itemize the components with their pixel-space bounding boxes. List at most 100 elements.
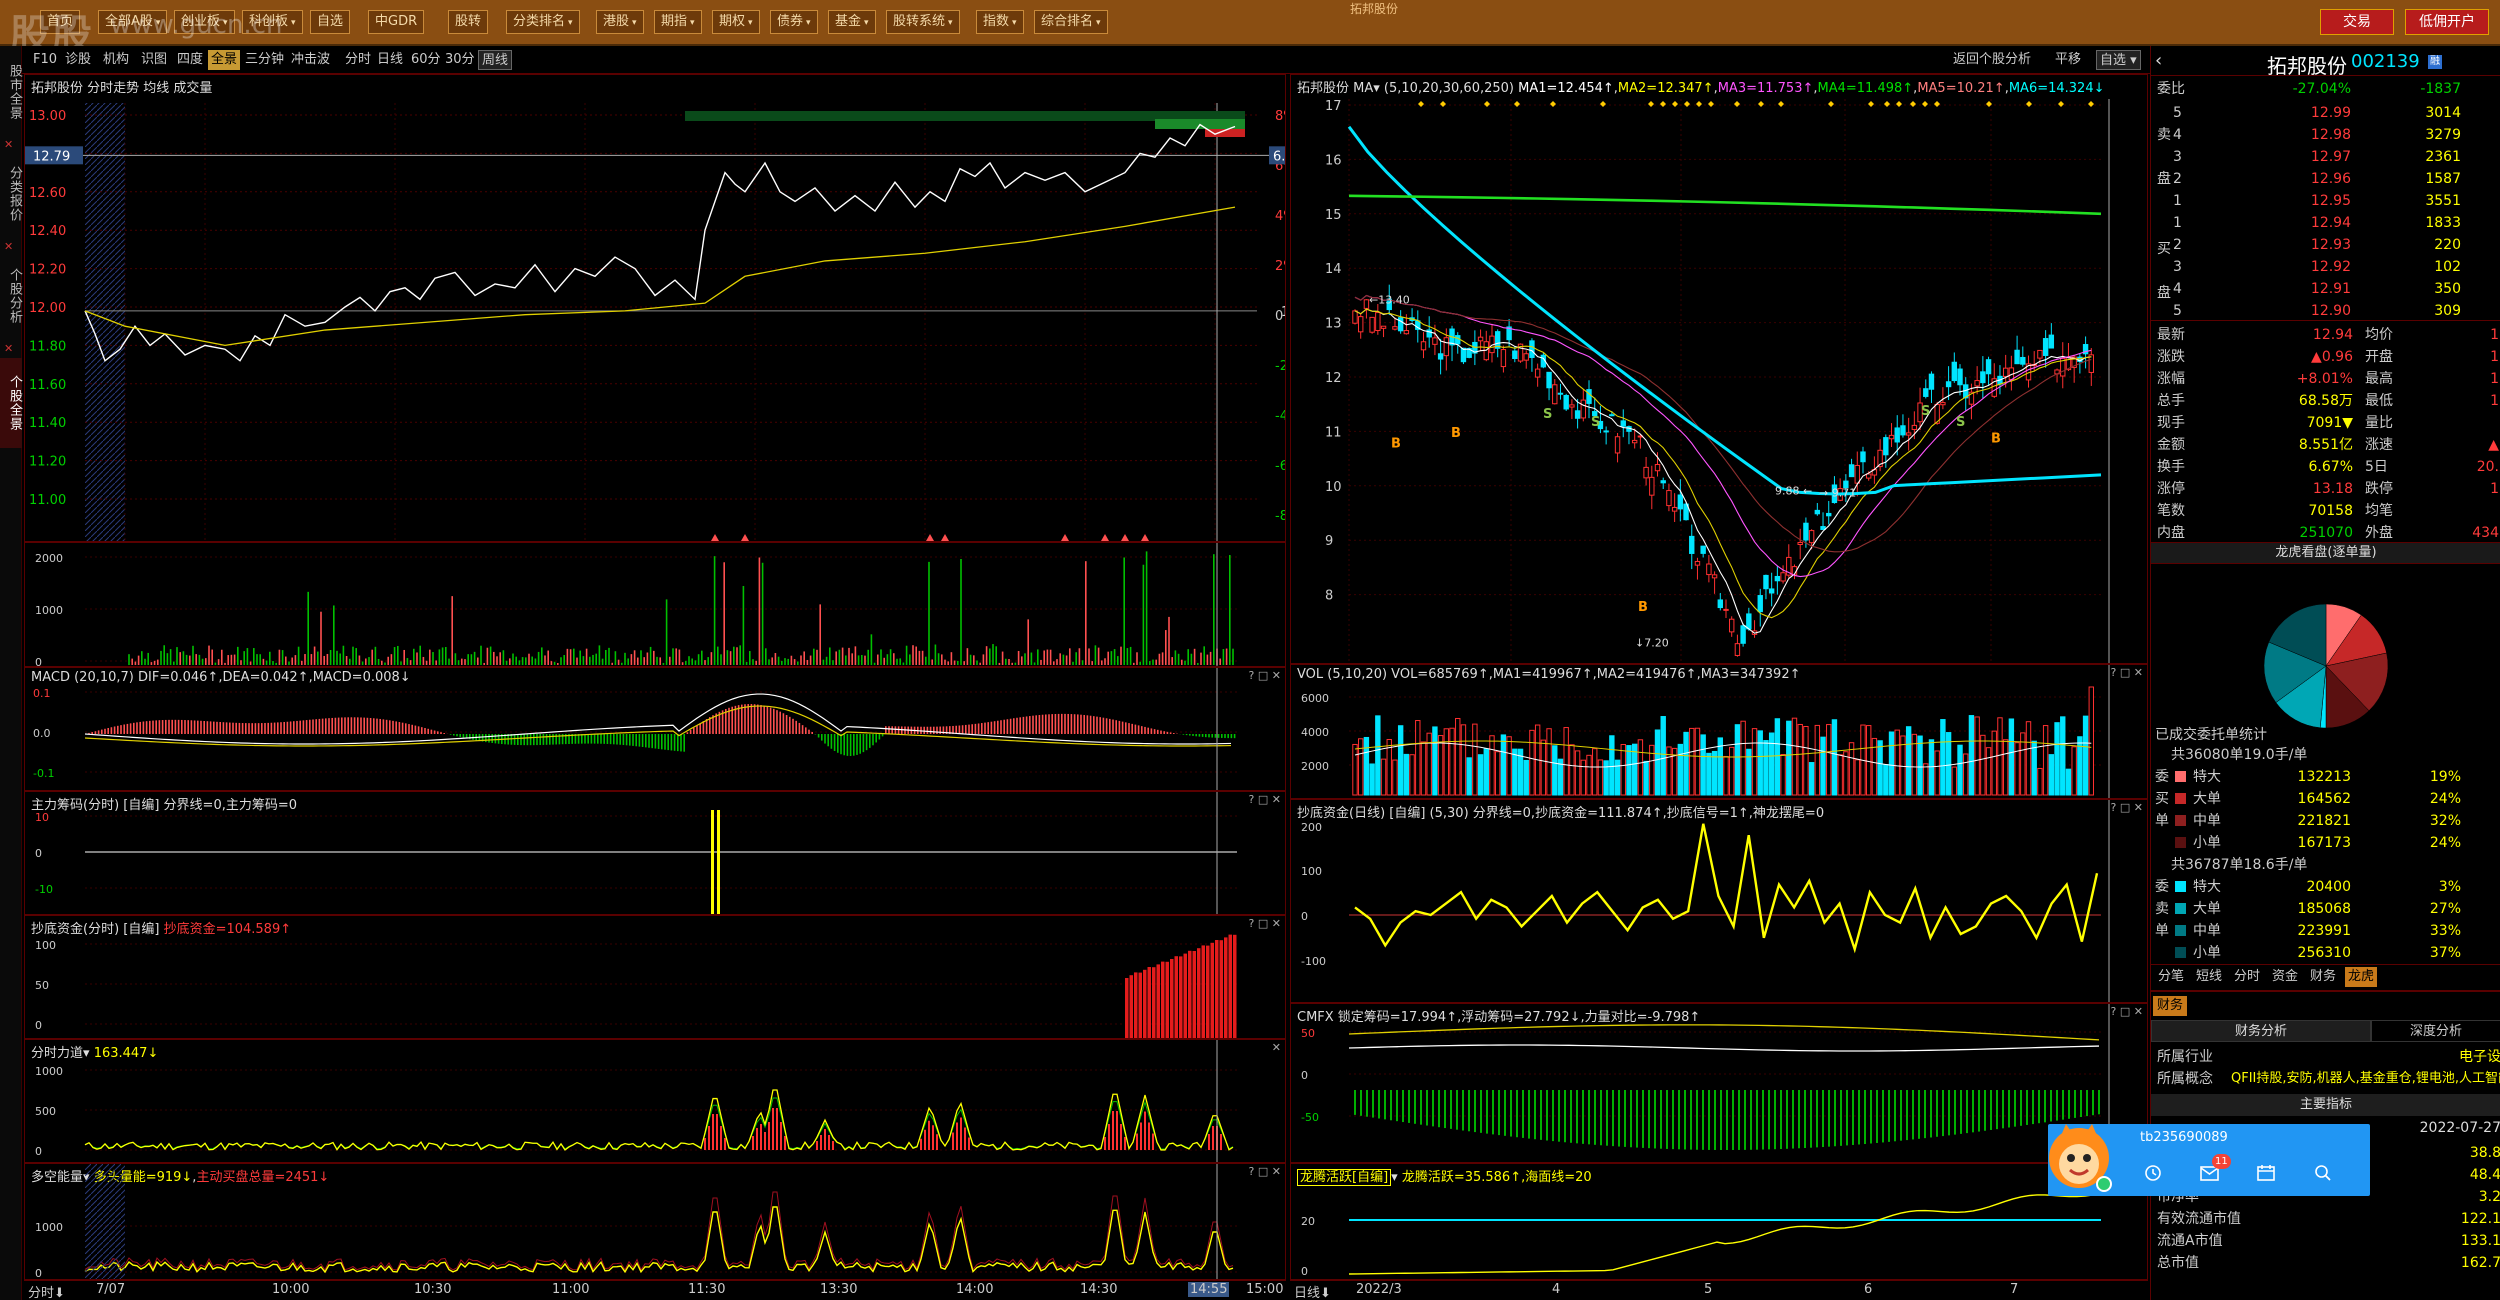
ask-row[interactable]: 2 12.96 1587 xyxy=(2151,168,2500,190)
return-stock-analysis-link[interactable]: 返回个股分析 xyxy=(1950,50,2034,70)
intraday-period-selector[interactable]: 分时⬇ xyxy=(28,1282,65,1300)
long-short-energy-panel[interactable]: 多空能量▾ 多头量能=919↓,主动买盘总量=2451↓ ? □ ✕ 10000 xyxy=(24,1163,1286,1280)
finance-analysis-tab[interactable]: 财务分析 xyxy=(2151,1020,2371,1042)
toolbar-item-9[interactable]: 期指 ▾ xyxy=(654,10,702,34)
quote-tab-1[interactable]: 短线 xyxy=(2193,967,2225,987)
bid-price: 12.90 xyxy=(2310,303,2351,319)
function-tab-9[interactable]: 日线 xyxy=(374,50,406,70)
toolbar-item-14[interactable]: 指数 ▾ xyxy=(976,10,1024,34)
toolbar-item-8[interactable]: 港股 ▾ xyxy=(596,10,644,34)
function-tab-11[interactable]: 30分 xyxy=(442,50,478,70)
candle-body xyxy=(1403,330,1410,335)
function-tab-5[interactable]: 全景 xyxy=(208,50,241,70)
bid-row[interactable]: 3 12.92 102 xyxy=(2151,256,2500,278)
toolbar-item-15[interactable]: 综合排名 ▾ xyxy=(1034,10,1108,34)
order-side: 买 xyxy=(2155,791,2169,807)
daily-volume-panel[interactable]: VOL (5,10,20) VOL=685769↑,MA1=419967↑,MA… xyxy=(1290,664,2148,799)
close-icon[interactable]: ✕ xyxy=(4,342,13,355)
intraday-force-chart: 1000 500 0 xyxy=(35,1040,1237,1162)
vtab-stock-panorama[interactable]: 个股全景 xyxy=(0,358,22,448)
deep-analysis-tab[interactable]: 深度分析 xyxy=(2371,1020,2500,1042)
dragon-activity-panel[interactable]: 龙腾活跃[自编] ▾ 龙腾活跃=35.586↑,海面线=20 20 0 xyxy=(1290,1163,2148,1280)
webi-row: 委比 -27.04% -1837 xyxy=(2157,81,2461,97)
function-tab-1[interactable]: 诊股 xyxy=(62,50,94,70)
order-type: 中单 xyxy=(2193,923,2221,939)
close-icon[interactable]: ✕ xyxy=(4,138,13,151)
volume-bar xyxy=(1494,751,1501,796)
back-chevron-icon[interactable]: ‹ xyxy=(2155,50,2162,71)
intraday-force-panel[interactable]: 分时力道▾ 163.447↓ ✕ 1000 500 0 xyxy=(24,1039,1286,1163)
signal-diamond xyxy=(1684,101,1690,107)
calendar-icon[interactable] xyxy=(2256,1164,2276,1182)
ask-row[interactable]: 1 12.95 3551 xyxy=(2151,190,2500,212)
vtab-category-quote[interactable]: 分类报价 xyxy=(0,154,22,234)
toolbar-item-10[interactable]: 期权 ▾ xyxy=(712,10,760,34)
intraday-price-panel[interactable]: 拓邦股份 分时走势 均线 成交量 13.0012.8012.6012.4012.… xyxy=(24,74,1286,542)
function-tab-3[interactable]: 识图 xyxy=(138,50,170,70)
volume-bar xyxy=(1729,746,1735,796)
candle-body xyxy=(1860,451,1866,463)
intraday-volume-panel[interactable]: 2000 1000 0 xyxy=(24,542,1286,667)
signal-marker xyxy=(1101,534,1109,541)
daily-kline-chart: 17 16 15 14 13 12 11 10 9 8 ←13.40 9.88 ← → 9.71 ↓7.2… xyxy=(1325,99,2110,663)
function-tab-6[interactable]: 三分钟 xyxy=(242,50,287,70)
bid-row[interactable]: 2 12.93 220 xyxy=(2151,234,2500,256)
daily-bottom-fishing-panel[interactable]: 抄底资金(日线) [自编] (5,30) 分界线=0,抄底资金=111.874↑… xyxy=(1290,799,2148,1003)
main-chips-panel[interactable]: 主力筹码(分时) [自编] 分界线=0,主力筹码=0 ? □ ✕ 10 0 -10 xyxy=(24,791,1286,915)
function-tab-0[interactable]: F10 xyxy=(30,50,60,70)
stock-name: 拓邦股份 xyxy=(2267,54,2347,78)
open-account-button[interactable]: 低佣开户 xyxy=(2405,9,2489,35)
quote-tab-3[interactable]: 资金 xyxy=(2269,967,2301,987)
pan-button[interactable]: 平移 xyxy=(2052,50,2084,70)
function-tab-4[interactable]: 四度 xyxy=(174,50,206,70)
bid-volume: 309 xyxy=(2434,303,2461,319)
toolbar-item-11[interactable]: 债券 ▾ xyxy=(770,10,818,34)
vtab-stock-analysis[interactable]: 个股分析 xyxy=(0,256,22,336)
volume-bar xyxy=(1928,739,1935,796)
volume-bar xyxy=(1397,725,1404,796)
toolbar-item-6[interactable]: 股转 xyxy=(448,10,489,34)
toolbar-item-5[interactable]: 中GDR xyxy=(368,10,425,34)
toolbar-item-4[interactable]: 自选 xyxy=(310,10,351,34)
time-axis-label: 11:00 xyxy=(552,1282,590,1297)
bottom-fishing-fund-panel[interactable]: 抄底资金(分时) [自编] 抄底资金=104.589↑ ? □ ✕ 100 50 0 xyxy=(24,915,1286,1039)
trade-button[interactable]: 交易 xyxy=(2320,9,2394,35)
ask-row[interactable]: 5 12.99 3014 xyxy=(2151,102,2500,124)
bid-row[interactable]: 1 12.94 1833 xyxy=(2151,212,2500,234)
bid-row[interactable]: 5 12.90 309 xyxy=(2151,300,2500,322)
volume-bar xyxy=(1466,757,1472,796)
quote-tab-2[interactable]: 分时 xyxy=(2231,967,2263,987)
daily-period-selector[interactable]: 日线⬇ xyxy=(1294,1282,1331,1300)
bid-row[interactable]: 4 12.91 350 xyxy=(2151,278,2500,300)
function-tab-7[interactable]: 冲击波 xyxy=(288,50,333,70)
ask-row[interactable]: 4 12.98 3279 xyxy=(2151,124,2500,146)
cmfx-panel[interactable]: CMFX 锁定筹码=17.994↑,浮动筹码=27.792↓,力量对比=-9.7… xyxy=(1290,1003,2148,1163)
mascot-avatar[interactable] xyxy=(2042,1118,2116,1196)
cdzj-bar xyxy=(1228,934,1232,1038)
clock-icon[interactable] xyxy=(2144,1164,2162,1182)
macd-panel[interactable]: MACD (20,10,7) DIF=0.046↑,DEA=0.042↑,MAC… xyxy=(24,667,1286,791)
price-axis-label: 11.60 xyxy=(29,378,66,393)
toolbar-item-13[interactable]: 股转系统 ▾ xyxy=(886,10,960,34)
toolbar-item-7[interactable]: 分类排名 ▾ xyxy=(506,10,580,34)
toolbar-item-12[interactable]: 基金 ▾ xyxy=(828,10,876,34)
quote-tab-5[interactable]: 龙虎 xyxy=(2345,967,2378,987)
signal-diamond xyxy=(1934,101,1940,107)
candle-body xyxy=(1923,388,1929,397)
cdzj-bar xyxy=(1170,959,1174,1038)
ask-row[interactable]: 3 12.97 2361 xyxy=(2151,146,2500,168)
daily-kline-panel[interactable]: 拓邦股份 MA▾ (5,10,20,30,60,250) MA1=12.454↑… xyxy=(1290,74,2148,664)
function-tab-12[interactable]: 周线 xyxy=(478,50,513,70)
watchlist-dropdown[interactable]: 自选 ▾ xyxy=(2096,50,2141,70)
function-tab-8[interactable]: 分时 xyxy=(342,50,374,70)
finance-tab[interactable]: 财务 xyxy=(2153,996,2188,1016)
chat-popup[interactable]: tb235690089 11 xyxy=(2048,1124,2370,1196)
search-icon[interactable] xyxy=(2314,1164,2332,1182)
function-tab-2[interactable]: 机构 xyxy=(100,50,132,70)
function-tab-10[interactable]: 60分 xyxy=(408,50,444,70)
close-icon[interactable]: ✕ xyxy=(4,240,13,253)
vtab-market-overview[interactable]: 股市全景 xyxy=(0,52,22,132)
quote-tab-0[interactable]: 分笔 xyxy=(2155,967,2187,987)
vol-axis-label: 4000 xyxy=(1301,726,1329,739)
quote-tab-4[interactable]: 财务 xyxy=(2307,967,2339,987)
